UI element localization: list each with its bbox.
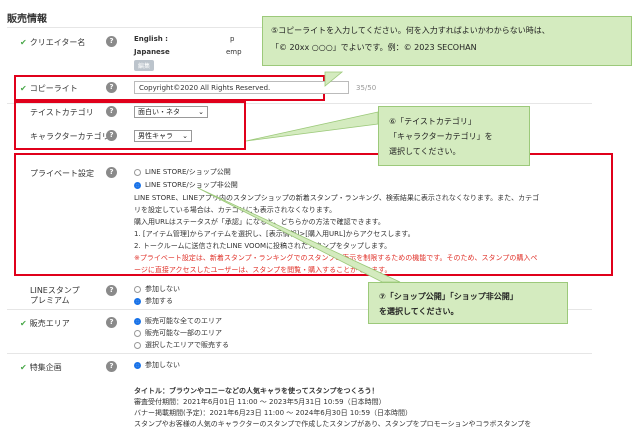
callout-category: ⑥「テイストカテゴリ」 「キャラクターカテゴリ」を 選択してください。: [378, 106, 530, 166]
callout6-line3: 選択してください。: [389, 147, 461, 156]
callout7-line2: を選択してください。: [379, 307, 459, 316]
callout5-line1: ⑤コピーライトを入力してください。何を入力すればよいかわからない時は、: [271, 26, 550, 35]
callout5-pointer: [324, 71, 344, 87]
callout5-line2: 「© 20xx ○○○」でよいです。例：© 2023 SECOHAN: [271, 43, 477, 52]
callout6-pointer: [245, 111, 379, 142]
callout-copyright: ⑤コピーライトを入力してください。何を入力すればよいかわからない時は、 「© 2…: [262, 16, 632, 66]
callout6-line1: ⑥「テイストカテゴリ」: [389, 117, 476, 126]
callout6-line2: 「キャラクターカテゴリ」を: [389, 132, 493, 141]
callout7-pointer: [197, 187, 401, 283]
callout-shop: ⑦「ショップ公開」「ショップ非公開」 を選択してください。: [368, 282, 568, 324]
callout7-line1: ⑦「ショップ公開」「ショップ非公開」: [379, 292, 518, 301]
